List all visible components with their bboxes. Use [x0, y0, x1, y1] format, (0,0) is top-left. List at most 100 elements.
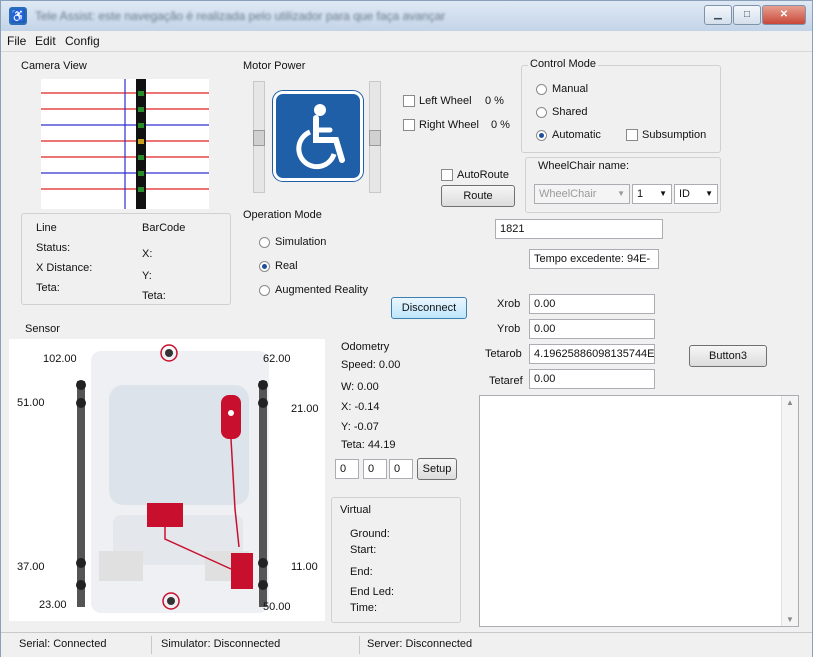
menu-bar: File Edit Config [1, 31, 812, 52]
menu-config[interactable]: Config [65, 34, 100, 48]
tetarob-label: Tetarob [485, 348, 522, 360]
wheelchair-name-combo[interactable]: WheelChair ▼ [534, 184, 630, 204]
line-title: Line [36, 222, 57, 234]
tetaref-label: Tetaref [489, 375, 523, 387]
xrob-label: Xrob [497, 298, 521, 310]
status-simulator: Simulator: Disconnected [161, 638, 281, 650]
tempo-field[interactable]: Tempo excedente: 94E- [529, 249, 659, 269]
yrob-field[interactable]: 0.00 [529, 319, 655, 339]
disconnect-button[interactable]: Disconnect [391, 297, 467, 319]
wheelchair-icon [273, 91, 363, 181]
chevron-down-icon: ▼ [659, 189, 667, 198]
virtual-time: Time: [350, 602, 378, 614]
log-scrollbar[interactable]: ▲ ▼ [781, 396, 798, 626]
virtual-end: End: [350, 566, 373, 578]
line-xdistance-label: X Distance: [36, 262, 93, 274]
sensor-11: 11.00 [291, 561, 318, 573]
virtual-group: Virtual Ground: Start: End: End Led: Tim… [331, 497, 461, 623]
maximize-icon[interactable]: □ [733, 5, 761, 25]
line-barcode-group: Line Status: X Distance: Teta: BarCode X… [21, 213, 231, 305]
augmented-reality-label: Augmented Reality [275, 284, 368, 296]
barcode-y-label: Y: [142, 270, 152, 282]
main-window: ♿ Tele Assist: este navegação é realizad… [0, 0, 813, 657]
left-slider-thumb[interactable] [253, 130, 265, 146]
wheelchair-number-combo[interactable]: 1 ▼ [632, 184, 672, 204]
barcode-title: BarCode [142, 222, 186, 234]
tetaref-field[interactable]: 0.00 [529, 369, 655, 389]
sensor-102: 102.00 [43, 353, 77, 365]
manual-label: Manual [552, 83, 589, 95]
wheelchair-name-group: WheelChair name: WheelChair ▼ 1 ▼ ID ▼ [525, 157, 721, 213]
simulation-radio[interactable] [259, 237, 270, 248]
chevron-down-icon: ▼ [617, 189, 625, 198]
setup-button[interactable]: Setup [417, 458, 457, 480]
line-status-label: Status: [36, 242, 71, 254]
augmented-reality-radio[interactable] [259, 285, 270, 296]
right-slider-thumb[interactable] [369, 130, 381, 146]
sensor-title: Sensor [25, 323, 60, 335]
right-wheel-percent: 0 % [491, 119, 510, 131]
subsumption-checkbox[interactable] [626, 129, 638, 141]
automatic-radio[interactable] [536, 130, 547, 141]
camera-view-title: Camera View [21, 60, 87, 72]
autoroute-label: AutoRoute [457, 169, 509, 181]
autoroute-checkbox[interactable] [441, 169, 453, 181]
shared-radio[interactable] [536, 107, 547, 118]
left-wheel-checkbox[interactable] [403, 95, 415, 107]
menu-edit[interactable]: Edit [35, 34, 56, 48]
chevron-down-icon: ▼ [705, 189, 713, 198]
sensor-diagram [9, 339, 325, 621]
control-mode-title: Control Mode [528, 58, 599, 70]
odometry-teta: Teta: 44.19 [341, 439, 396, 451]
line-teta-label: Teta: [36, 282, 60, 294]
close-icon[interactable]: ✕ [762, 5, 806, 25]
manual-radio[interactable] [536, 84, 547, 95]
virtual-start: Start: [350, 544, 377, 556]
odometry-input-2[interactable]: 0 [363, 459, 387, 479]
xrob-field[interactable]: 0.00 [529, 294, 655, 314]
app-icon: ♿ [9, 7, 27, 25]
camera-view-image [41, 79, 209, 209]
odometry-input-3[interactable]: 0 [389, 459, 413, 479]
wheelchair-name-value: WheelChair [539, 188, 597, 200]
left-motor-slider[interactable] [253, 81, 265, 193]
right-wheel-checkbox[interactable] [403, 119, 415, 131]
status-separator [359, 636, 360, 654]
status-separator [151, 636, 152, 654]
sensor-62: 62.00 [263, 353, 291, 365]
field-1821[interactable]: 1821 [495, 219, 663, 239]
wheelchair-id-combo[interactable]: ID ▼ [674, 184, 718, 204]
menu-file[interactable]: File [7, 34, 26, 48]
sensor-23: 23.00 [39, 599, 67, 611]
route-button[interactable]: Route [441, 185, 515, 207]
real-label: Real [275, 260, 298, 272]
virtual-ground: Ground: [350, 528, 390, 540]
title-bar[interactable]: ♿ Tele Assist: este navegação é realizad… [1, 1, 812, 31]
motor-power-title: Motor Power [243, 60, 306, 72]
odometry-input-1[interactable]: 0 [335, 459, 359, 479]
real-radio[interactable] [259, 261, 270, 272]
wheelchair-name-label: WheelChair name: [538, 160, 630, 172]
sensor-51: 51.00 [17, 397, 45, 409]
button3[interactable]: Button3 [689, 345, 767, 367]
sensor-37: 37.00 [17, 561, 45, 573]
automatic-label: Automatic [552, 129, 601, 141]
wheelchair-number-value: 1 [637, 188, 644, 200]
virtual-endled: End Led: [350, 586, 395, 598]
scroll-down-icon[interactable]: ▼ [786, 615, 794, 624]
scroll-up-icon[interactable]: ▲ [786, 398, 794, 407]
shared-label: Shared [552, 106, 588, 118]
right-motor-slider[interactable] [369, 81, 381, 193]
sensor-21: 21.00 [291, 403, 319, 415]
status-serial: Serial: Connected [19, 638, 107, 650]
window-controls: ▁ □ ✕ [704, 5, 806, 25]
tetarob-field[interactable]: 4.19625886098135744E [529, 344, 655, 364]
minimize-icon[interactable]: ▁ [704, 5, 732, 25]
subsumption-label: Subsumption [642, 129, 707, 141]
wheelchair-id-value: ID [679, 188, 690, 200]
sensor-50: 50.00 [263, 601, 291, 613]
odometry-speed: Speed: 0.00 [341, 359, 401, 371]
odometry-y: Y: -0.07 [341, 421, 379, 433]
log-textarea[interactable]: ▲ ▼ [479, 395, 799, 627]
control-mode-group: Control Mode Manual Shared Automatic Sub… [521, 58, 721, 153]
